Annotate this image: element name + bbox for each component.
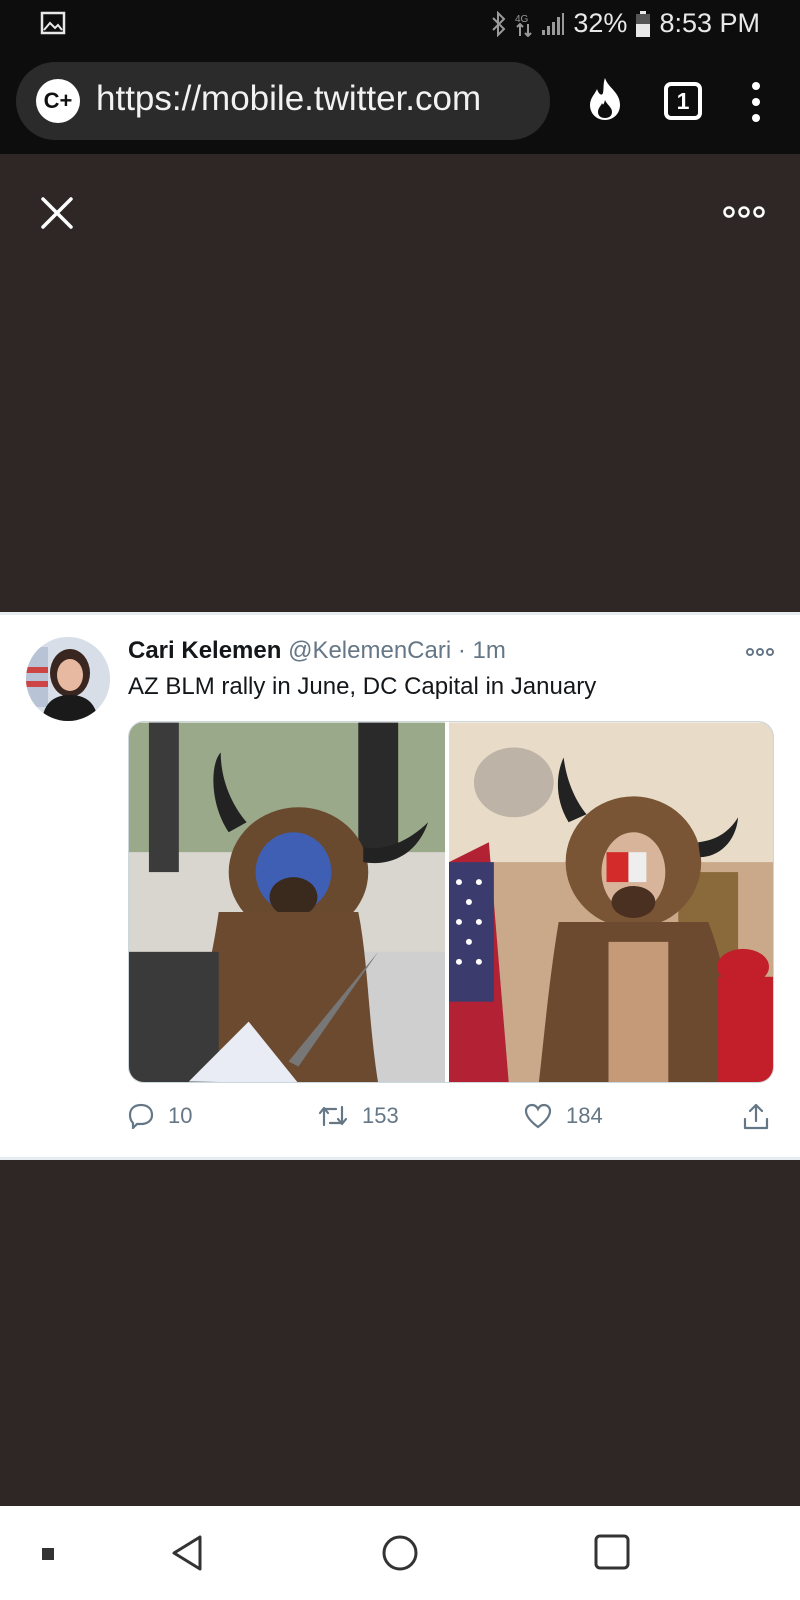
media-viewer-overlay	[0, 154, 800, 612]
close-icon[interactable]	[40, 196, 74, 230]
share-icon	[743, 1103, 769, 1130]
like-count: 184	[566, 1103, 603, 1128]
clock: 8:53 PM	[659, 8, 760, 38]
reply-icon	[128, 1103, 154, 1129]
tweet-header: Cari Kelemen @KelemenCari · 1m	[128, 637, 506, 665]
more-icon[interactable]	[722, 204, 766, 220]
url-text[interactable]: https://mobile.twitter.com	[96, 79, 481, 119]
tweet-time[interactable]: 1m	[473, 637, 506, 664]
share-button[interactable]	[742, 1103, 770, 1131]
tabs-icon[interactable]: 1	[664, 82, 702, 120]
avatar[interactable]	[26, 637, 110, 721]
media-viewer-overlay-bottom	[0, 1160, 800, 1506]
image-icon	[40, 11, 66, 35]
like-icon	[524, 1103, 552, 1129]
recents-icon[interactable]	[594, 1534, 630, 1570]
retweet-icon	[318, 1105, 348, 1127]
tweet-photo-right[interactable]	[449, 722, 773, 1083]
like-button[interactable]: 184	[524, 1103, 603, 1129]
address-bar[interactable]: C+ https://mobile.twitter.com	[16, 62, 550, 140]
data-arrows-icon: 4G	[515, 14, 533, 37]
battery-icon	[636, 10, 651, 37]
system-nav-bar	[0, 1506, 800, 1600]
status-bar: 4G 32% 8:53 PM	[0, 0, 800, 48]
back-icon[interactable]	[170, 1534, 204, 1572]
author-name[interactable]: Cari Kelemen	[128, 637, 281, 664]
battery-percent: 32%	[573, 8, 628, 38]
tweet-card[interactable]: Cari Kelemen @KelemenCari · 1m AZ BLM ra…	[0, 612, 800, 1160]
cplus-logo-icon[interactable]: C+	[36, 79, 80, 123]
network-label: 4G	[515, 14, 529, 25]
tweet-actions: 10 153 184	[128, 1103, 774, 1143]
more-icon[interactable]	[746, 647, 774, 657]
tweet-media[interactable]	[128, 721, 774, 1083]
reply-count: 10	[168, 1103, 193, 1128]
bluetooth-icon	[492, 10, 506, 37]
home-icon[interactable]	[381, 1534, 419, 1572]
reply-button[interactable]: 10	[128, 1103, 192, 1129]
header-separator: ·	[457, 637, 466, 664]
kebab-menu-icon[interactable]	[746, 80, 766, 124]
tweet-text: AZ BLM rally in June, DC Capital in Janu…	[128, 673, 597, 700]
retweet-count: 153	[362, 1103, 399, 1128]
tweet-photo-left[interactable]	[129, 722, 446, 1083]
signal-icon	[542, 12, 565, 35]
nav-square-small-icon[interactable]	[42, 1548, 54, 1560]
fire-icon[interactable]	[586, 76, 624, 122]
browser-toolbar: C+ https://mobile.twitter.com 1	[0, 48, 800, 154]
retweet-button[interactable]: 153	[318, 1103, 399, 1129]
author-handle[interactable]: @KelemenCari	[288, 637, 451, 664]
